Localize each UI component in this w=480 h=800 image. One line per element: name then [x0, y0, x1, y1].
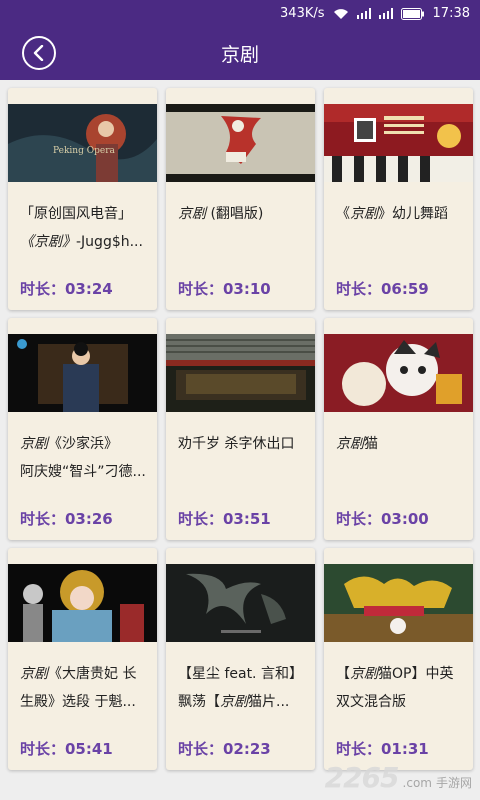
video-title: 京剧《大唐贵妃 长 生殿》选段 于魁... [20, 666, 137, 710]
video-title: 【星尘 feat. 言和】 飘荡【京剧猫片... [178, 666, 303, 710]
video-thumbnail [8, 334, 157, 412]
watermark-number: 2265 [324, 761, 400, 794]
video-duration: 时长：06:59 [336, 280, 429, 298]
video-title: 「原创国风电音」 《京剧》-Jugg$h... [20, 206, 143, 250]
video-thumbnail [166, 104, 315, 182]
video-title: 京剧《沙家浜》 阿庆嫂“智斗”刁德... [20, 436, 146, 480]
watermark-suffix: .com [402, 776, 432, 790]
video-card[interactable]: 京剧《大唐贵妃 长 生殿》选段 于魁... 时长：05:41 [8, 548, 157, 770]
status-bar: 343K/s 17:38 [0, 0, 480, 27]
network-speed: 343K/s [280, 6, 325, 21]
video-thumbnail [324, 564, 473, 642]
video-card[interactable]: 【京剧猫OP】中英 双文混合版 时长：01:31 [324, 548, 473, 770]
video-duration: 时长：03:51 [178, 510, 271, 528]
video-thumbnail [166, 334, 315, 412]
video-title: 京剧猫 [336, 436, 378, 452]
video-duration: 时长：03:10 [178, 280, 271, 298]
video-duration: 时长：02:23 [178, 740, 271, 758]
video-thumbnail [8, 564, 157, 642]
video-title: 《京剧》幼儿舞蹈 [336, 206, 448, 222]
video-thumbnail: Peking Opera [8, 104, 157, 182]
chevron-left-icon [33, 45, 44, 61]
video-card[interactable]: 京剧《沙家浜》 阿庆嫂“智斗”刁德... 时长：03:26 [8, 318, 157, 540]
video-title: 劝千岁 杀字休出口 [178, 436, 295, 452]
back-button[interactable] [22, 36, 56, 70]
app-bar: 京剧 [0, 27, 480, 80]
video-duration: 时长：01:31 [336, 740, 429, 758]
signal-icon-2 [378, 8, 393, 19]
watermark-site: 手游网 [435, 776, 472, 790]
video-card[interactable]: 京剧猫 时长：03:00 [324, 318, 473, 540]
video-card[interactable]: 京剧 (翻唱版) 时长：03:10 [166, 88, 315, 310]
video-thumbnail [324, 334, 473, 412]
video-thumbnail [166, 564, 315, 642]
video-duration: 时长：03:00 [336, 510, 429, 528]
video-card[interactable]: 《京剧》幼儿舞蹈 时长：06:59 [324, 88, 473, 310]
video-duration: 时长：03:26 [20, 510, 113, 528]
clock: 17:38 [432, 6, 470, 21]
video-card[interactable]: 劝千岁 杀字休出口 时长：03:51 [166, 318, 315, 540]
video-thumbnail [324, 104, 473, 182]
wifi-icon [333, 8, 349, 20]
watermark: 2265 .com 手游网 [325, 761, 472, 794]
video-duration: 时长：05:41 [20, 740, 113, 758]
video-title: 【京剧猫OP】中英 双文混合版 [336, 666, 454, 710]
video-card[interactable]: 【星尘 feat. 言和】 飘荡【京剧猫片... 时长：02:23 [166, 548, 315, 770]
video-title: 京剧 (翻唱版) [178, 206, 264, 222]
page-title: 京剧 [220, 44, 259, 66]
video-card[interactable]: Peking Opera 「原创国风电音」 《京剧》-Jugg$h... 时长：… [8, 88, 157, 310]
video-duration: 时长：03:24 [20, 280, 113, 298]
battery-icon [400, 7, 425, 20]
signal-icon [356, 8, 371, 19]
thumb-text: Peking Opera [53, 146, 115, 156]
